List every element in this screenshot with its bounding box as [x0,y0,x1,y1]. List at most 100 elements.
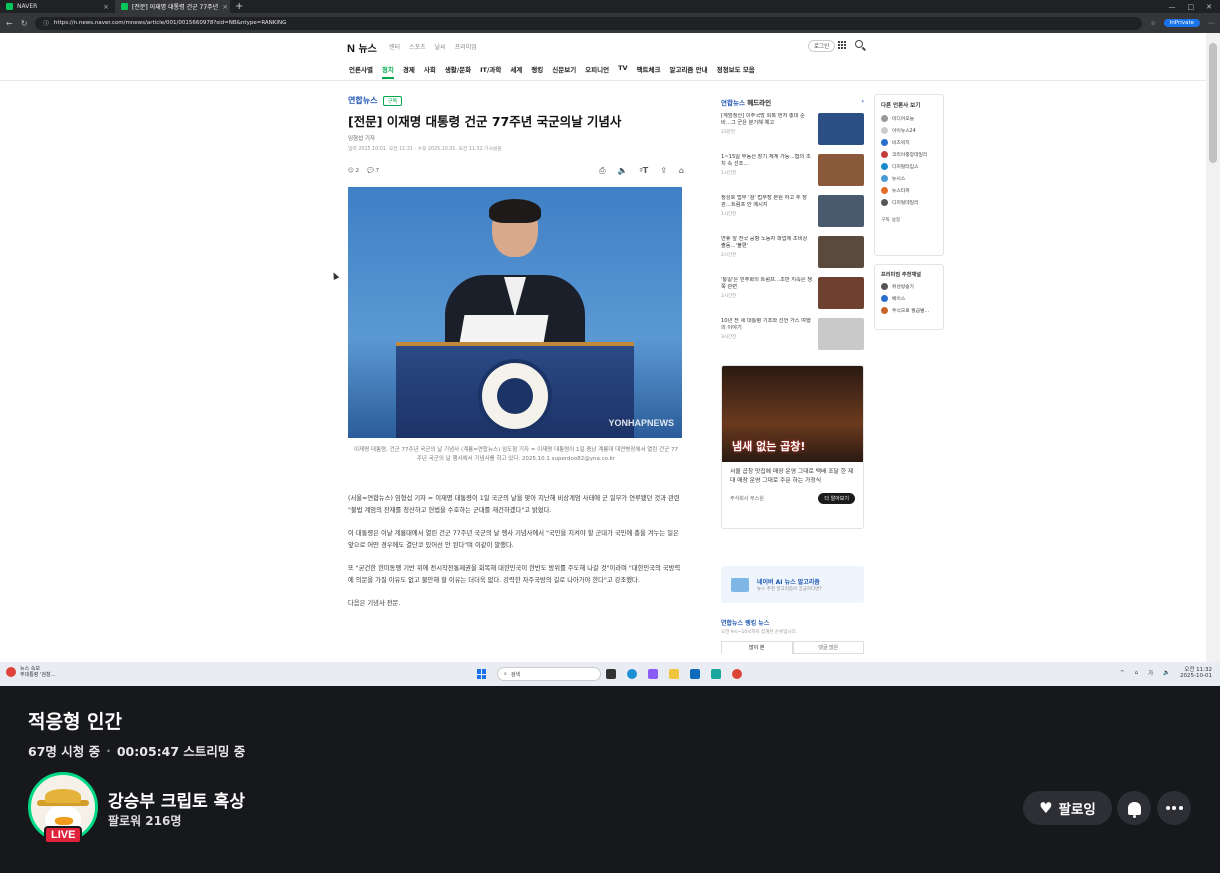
ad-more-button[interactable]: 더 알아보기 [818,493,855,504]
service-link[interactable]: 프리미엄 [455,42,477,51]
notification-button[interactable] [1117,791,1151,825]
back-icon[interactable]: ← [6,19,13,28]
subscribe-settings-link[interactable]: 구독 설정 [881,216,937,223]
headline-news-item[interactable]: [계엄청산] 이주국방 회복 먼저 총대 준비…그 군은 분기해 예고 23분전 [721,113,864,148]
press-info: 연합뉴스 구독 [348,95,684,106]
stream-stats: 67명 시청 중 · 00:05:47 스트리밍 중 [28,741,245,760]
sidebar: 연합뉴스 헤드라인 › [계엄청산] 이주국방 회복 먼저 총대 준비…그 군은 … [721,97,864,654]
ranking-section-title[interactable]: 연합뉴스 랭킹 뉴스 [721,618,864,627]
category-tab-active[interactable]: 정치 [381,64,394,79]
copilot-icon[interactable] [648,669,658,679]
headline-section-title[interactable]: 연합뉴스 헤드라인 › [721,97,864,107]
press-logo[interactable]: 연합뉴스 [348,95,377,106]
headline-news-item[interactable]: 1~15일 부동산 장기 체계 가능…합의 조치 속 선조… 1시간전 [721,154,864,189]
premium-channel-item[interactable]: 주식으로 월급벌… [881,307,937,314]
press-item[interactable]: 아이뉴스24 [881,127,937,134]
press-item[interactable]: 디지털데일리 [881,199,937,206]
reaction-button[interactable]: ☺ 2 [348,168,359,174]
windows-start-icon[interactable] [477,669,487,679]
press-item[interactable]: 뉴스타파 [881,187,937,194]
category-tab[interactable]: 세계 [510,64,522,79]
system-tray: ^ ⌂ 가 🔈 오전 11:32 2025-10-01 [1120,667,1212,679]
category-tab[interactable]: 오피니언 [585,64,609,79]
apps-grid-icon[interactable] [838,41,846,49]
bookmark-icon[interactable]: ⌂ [679,166,684,176]
article-headline: [전문] 이재명 대통령 건군 77주년 국군의날 기념사 [348,114,622,129]
category-tab[interactable]: 랭킹 [531,64,543,79]
category-tab[interactable]: TV [618,64,627,79]
browser-tab-naver[interactable]: NAVER × [0,0,115,13]
chrome-icon[interactable] [732,669,742,679]
close-tab-icon[interactable]: × [103,3,109,11]
search-icon[interactable] [855,40,863,48]
audio-icon[interactable]: 🔈 [618,166,628,176]
taskbar-search[interactable]: ⌕ 검색 [497,667,601,681]
headline-news-item[interactable]: 정성호 법무 '검' 법무장 본원 하고 추 장관…트럼프 안 메시지 1시간전 [721,195,864,230]
naver-news-logo[interactable]: N 뉴스 [347,40,377,55]
premium-channel-item[interactable]: 위성방송가 [881,283,937,290]
service-link[interactable]: 날씨 [435,42,446,51]
service-link[interactable]: 엔터 [389,42,400,51]
category-tab[interactable]: 알고리즘 안내 [669,64,707,79]
outlook-icon[interactable] [690,669,700,679]
maximize-icon[interactable]: □ [1188,3,1195,11]
news-widget[interactable]: 뉴스 속보 주대통령 '검찰… [6,666,56,678]
chevron-right-icon[interactable]: › [861,97,864,107]
taskbar-clock[interactable]: 오전 11:32 2025-10-01 [1180,667,1212,679]
close-tab-icon[interactable]: × [222,3,228,11]
press-item[interactable]: 미디어오늘 [881,115,937,122]
font-size-icon[interactable]: ᵍ𝗧 [640,166,649,176]
favorites-icon[interactable]: ☆ [1150,20,1155,27]
ai-algorithm-banner[interactable]: 네이버 AI 뉴스 알고리즘 뉴스 추천 알고리즘이 궁금하다면? [721,566,864,603]
press-item[interactable]: 비즈워치 [881,139,937,146]
login-button[interactable]: 로그인 [808,40,836,52]
news-widget-icon [6,667,16,677]
page-scrollbar[interactable] [1206,33,1220,662]
category-tab[interactable]: 신문보기 [552,64,576,79]
file-explorer-icon[interactable] [669,669,679,679]
article-photo[interactable]: YONHAPNEWS [348,187,682,438]
reporter-name[interactable]: 임형섭 기자 [348,134,684,142]
category-tab[interactable]: 팩트체크 [637,64,661,79]
print-icon[interactable]: ⎙ [599,166,605,176]
premium-channel-item[interactable]: 베이스 [881,295,937,302]
ranking-tab-most-commented[interactable]: 댓글 많은 [792,641,864,654]
subscribe-button[interactable]: 구독 [383,95,402,106]
comment-button[interactable]: 💬 7 [367,168,379,174]
advertisement[interactable]: 냄새 없는 곱창! 서울 곱창 맛집에 매장 운영 그대로 택배 조달 한 제대… [721,365,864,529]
task-view-icon[interactable] [606,669,616,679]
minimize-icon[interactable]: — [1169,3,1176,11]
profile-button[interactable]: InPrivate [1163,19,1200,27]
language-indicator[interactable]: 가 [1148,669,1153,677]
channel-name[interactable]: 강승부 크립토 혹상 [108,787,245,812]
share-icon[interactable]: ⇪ [660,166,667,176]
following-button[interactable]: ♥ 팔로잉 [1023,791,1112,825]
browser-tab-article[interactable]: [전문] 이재명 대통령 건군 77주년 × [115,0,230,13]
service-link[interactable]: 스포츠 [409,42,426,51]
headline-news-item[interactable]: '통일'은 민주화의 트럼프…초반 지속은 쟁 쭉 관련 2시간전 [721,277,864,312]
settings-more-icon[interactable]: ⋯ [1208,20,1214,27]
volume-icon[interactable]: 🔈 [1163,670,1170,676]
headline-news-item[interactable]: 연휴 앞 전국 공항 노동자 파업에 초비상 출동…'불편' 2시간전 [721,236,864,271]
category-tab[interactable]: 생활/문화 [445,64,471,79]
close-window-icon[interactable]: ✕ [1206,3,1212,11]
new-tab-icon[interactable]: + [230,1,248,12]
chevron-up-icon[interactable]: ^ [1120,670,1125,676]
press-item[interactable]: 뉴시스 [881,175,937,182]
scrollbar-thumb[interactable] [1209,43,1217,163]
press-item[interactable]: 코리아중앙데일리 [881,151,937,158]
press-item[interactable]: 디지털타임스 [881,163,937,170]
category-tab[interactable]: 사회 [424,64,436,79]
category-tab[interactable]: 정정보도 모음 [717,64,755,79]
ranking-tab-most-viewed[interactable]: 많이 본 [721,641,793,654]
network-icon[interactable]: ⌂ [1135,670,1139,676]
app-icon[interactable] [711,669,721,679]
edge-browser-icon[interactable] [627,669,637,679]
category-tab[interactable]: IT/과학 [480,64,501,79]
category-tab[interactable]: 경제 [403,64,415,79]
category-tab[interactable]: 언론사별 [349,64,373,79]
reload-icon[interactable]: ↻ [21,19,28,28]
headline-news-item[interactable]: 10년 전 세 대통령 기조와 선언 가스 여행의 이야기 3시간전 [721,318,864,353]
more-options-button[interactable] [1157,791,1191,825]
address-bar[interactable]: ⓘ https://n.news.naver.com/mnews/article… [35,16,1143,30]
